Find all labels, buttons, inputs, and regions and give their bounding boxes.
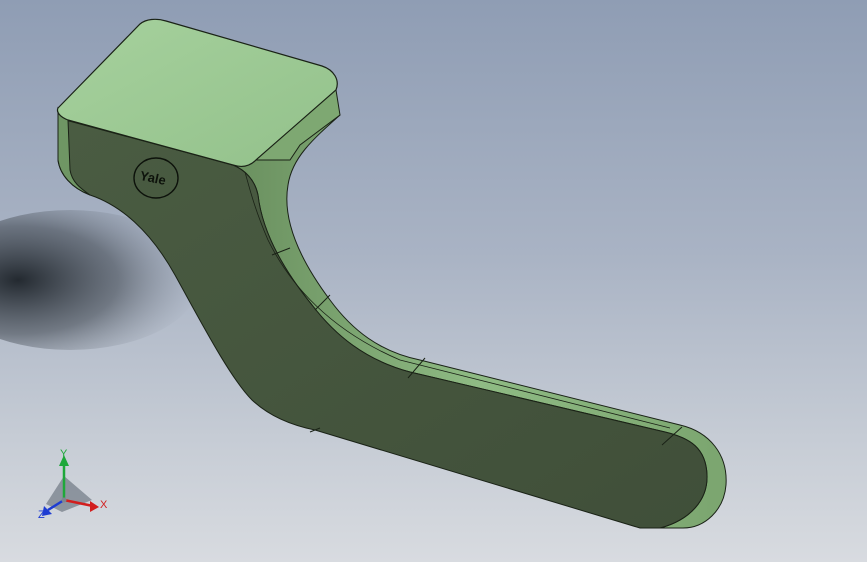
orientation-triad[interactable]: Y X Z [38, 448, 108, 521]
triad-origin [61, 497, 67, 503]
x-axis-label: X [100, 499, 108, 511]
x-axis-arrow [90, 501, 99, 512]
y-axis-label: Y [60, 448, 68, 460]
cad-viewport[interactable]: Yale Y X Z [0, 0, 867, 562]
z-axis-label: Z [38, 509, 45, 521]
model-scene[interactable]: Yale Y X Z [0, 0, 867, 562]
